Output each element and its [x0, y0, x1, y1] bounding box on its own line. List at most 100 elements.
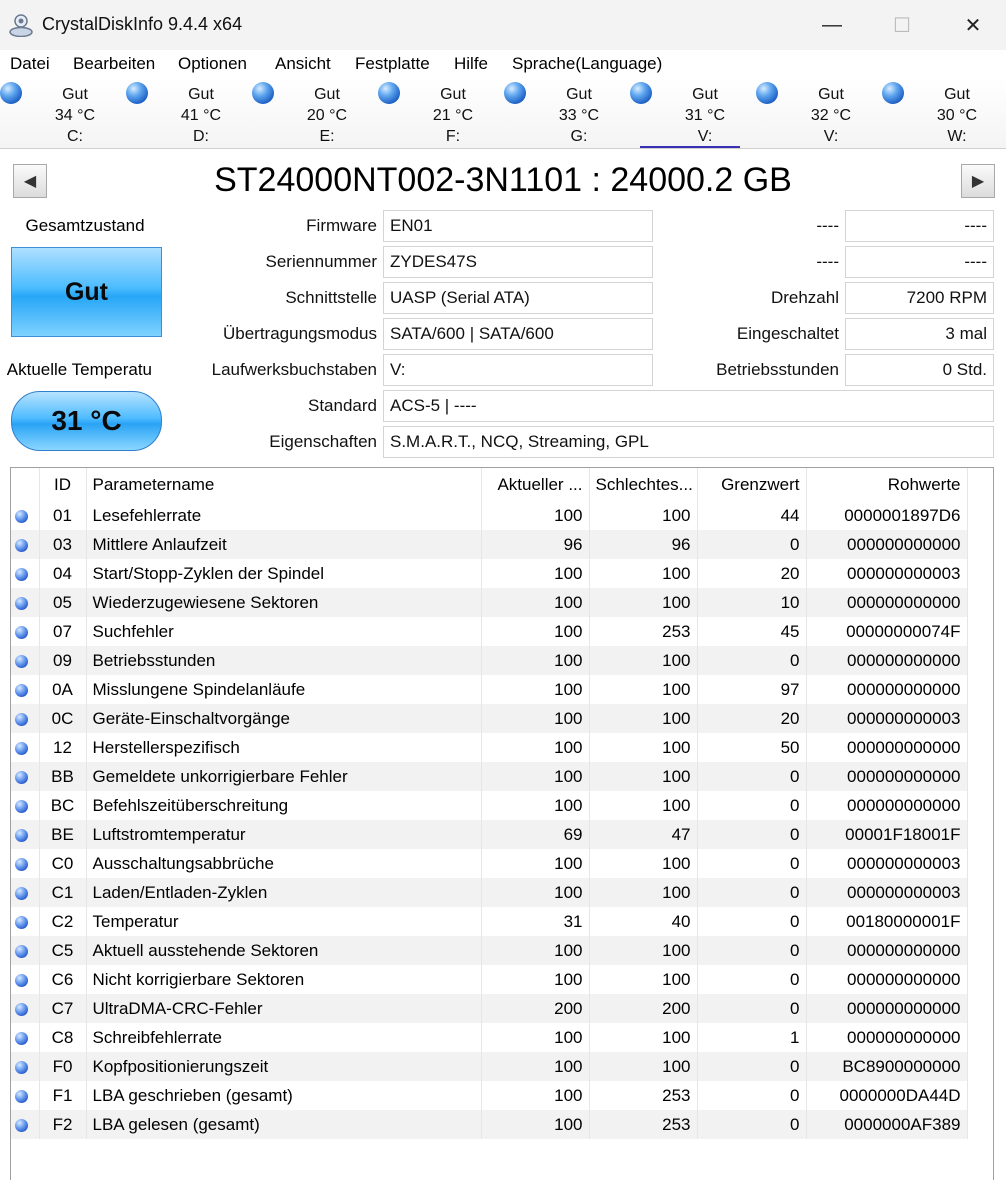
smart-current-cell: 100 [481, 791, 590, 820]
smart-worst-cell: 96 [589, 530, 698, 559]
smart-row[interactable]: C0 Ausschaltungsabbrüche 100 100 0 0000000000… [11, 849, 968, 878]
menu-hilfe[interactable]: Hilfe [454, 54, 488, 74]
smart-threshold-cell: 0 [697, 1110, 807, 1139]
drive-letter: G: [570, 128, 588, 145]
raw-column-header[interactable]: Rohwerte [806, 468, 968, 501]
drive-letter: D: [193, 128, 209, 145]
smart-row[interactable]: 0C Geräte-Einschaltvorgänge 100 100 20 000000… [11, 704, 968, 733]
smart-threshold-cell: 0 [697, 762, 807, 791]
menu-datei[interactable]: Datei [10, 54, 50, 74]
drive-tab-c[interactable]: Gut 34 °C C: [0, 80, 138, 146]
smart-current-cell: 100 [481, 965, 590, 994]
smart-id-cell: 09 [39, 646, 87, 675]
smart-worst-cell: 100 [589, 936, 698, 965]
smart-row[interactable]: 09 Betriebsstunden 100 100 0 000000000000 [11, 646, 968, 675]
smart-current-cell: 100 [481, 501, 590, 530]
current-column-header[interactable]: Aktueller ... [481, 468, 590, 501]
temperature-label: Aktuelle Temperatu [0, 360, 160, 380]
smart-name-cell: Aktuell ausstehende Sektoren [86, 936, 482, 965]
drive-tab-v-selected[interactable]: Gut 31 °C V: [630, 80, 768, 148]
drive-status: Gut [188, 86, 214, 103]
smart-status-cell [11, 617, 40, 646]
drive-status: Gut [818, 86, 844, 103]
smart-current-cell: 100 [481, 559, 590, 588]
smart-threshold-cell: 0 [697, 994, 807, 1023]
power-on-count-field: 3 mal [845, 318, 994, 350]
smart-row[interactable]: C2 Temperatur 31 40 0 00180000001F [11, 907, 968, 936]
menu-sprache[interactable]: Sprache(Language) [512, 54, 662, 74]
right-info-field-1: ---- [845, 210, 994, 242]
smart-status-cell [11, 849, 40, 878]
id-column-header[interactable]: ID [39, 468, 87, 501]
smart-row[interactable]: BC Befehlszeitüberschreitung 100 100 0 000000… [11, 791, 968, 820]
drive-tab-d[interactable]: Gut 41 °C D: [126, 80, 264, 146]
smart-row[interactable]: 12 Herstellerspezifisch 100 100 50 0000000000… [11, 733, 968, 762]
menu-bearbeiten[interactable]: Bearbeiten [73, 54, 155, 74]
temperature-button[interactable]: 31 °C [11, 391, 162, 451]
smart-row[interactable]: F2 LBA gelesen (gesamt) 100 253 0 0000000AF38… [11, 1110, 968, 1139]
smart-worst-cell: 253 [589, 1110, 698, 1139]
status-column-header[interactable] [11, 468, 40, 501]
smart-threshold-cell: 44 [697, 501, 807, 530]
smart-row[interactable]: 07 Suchfehler 100 253 45 00000000074F [11, 617, 968, 646]
next-disk-button[interactable]: ▶ [961, 164, 995, 198]
smart-row[interactable]: 0A Misslungene Spindelanläufe 100 100 97 0000… [11, 675, 968, 704]
health-ball-icon [504, 82, 526, 104]
drive-temp: 33 °C [558, 107, 600, 124]
menu-festplatte[interactable]: Festplatte [355, 54, 430, 74]
drive-tab-w[interactable]: Gut 30 °C W: [882, 80, 1006, 146]
smart-threshold-cell: 1 [697, 1023, 807, 1052]
blue-status-ball-icon [15, 625, 28, 639]
smart-id-cell: C7 [39, 994, 87, 1023]
smart-row[interactable]: F0 Kopfpositionierungszeit 100 100 0 BC890000… [11, 1052, 968, 1081]
smart-row[interactable]: BE Luftstromtemperatur 69 47 0 00001F18001F [11, 820, 968, 849]
interface-label: Schnittstelle [285, 288, 377, 307]
blue-status-ball-icon [15, 1002, 28, 1016]
smart-row[interactable]: C6 Nicht korrigierbare Sektoren 100 100 0 000… [11, 965, 968, 994]
drive-letter: W: [947, 128, 967, 145]
menu-ansicht[interactable]: Ansicht [275, 54, 331, 74]
minimize-button[interactable]: — [812, 8, 852, 42]
smart-row[interactable]: C1 Laden/Entladen-Zyklen 100 100 0 0000000000… [11, 878, 968, 907]
smart-row[interactable]: BB Gemeldete unkorrigierbare Fehler 100 100… [11, 762, 968, 791]
name-column-header[interactable]: Parametername [86, 468, 482, 501]
smart-current-cell: 100 [481, 1081, 590, 1110]
smart-row[interactable]: 03 Mittlere Anlaufzeit 96 96 0 000000000000 [11, 530, 968, 559]
drive-tab-g[interactable]: Gut 33 °C G: [504, 80, 642, 146]
smart-id-cell: 03 [39, 530, 87, 559]
smart-threshold-cell: 20 [697, 559, 807, 588]
menu-optionen[interactable]: Optionen [178, 54, 247, 74]
smart-row[interactable]: C7 UltraDMA-CRC-Fehler 200 200 0 000000000000 [11, 994, 968, 1023]
smart-row[interactable]: F1 LBA geschrieben (gesamt) 100 253 0 0000000… [11, 1081, 968, 1110]
smart-row[interactable]: C5 Aktuell ausstehende Sektoren 100 100 0 000… [11, 936, 968, 965]
transfer-mode-label: Übertragungsmodus [222, 324, 377, 343]
smart-id-cell: C0 [39, 849, 87, 878]
smart-row[interactable]: C8 Schreibfehlerrate 100 100 1 000000000000 [11, 1023, 968, 1052]
smart-raw-cell: 000000000000 [806, 588, 968, 617]
smart-status-cell [11, 1081, 40, 1110]
drive-tab-v2[interactable]: Gut 32 °C V: [756, 80, 894, 146]
worst-column-header[interactable]: Schlechtes... [589, 468, 698, 501]
health-status-button[interactable]: Gut [11, 247, 162, 337]
smart-status-cell [11, 1023, 40, 1052]
maximize-button[interactable]: ☐ [882, 8, 922, 42]
smart-status-cell [11, 820, 40, 849]
drive-tab-e[interactable]: Gut 20 °C E: [252, 80, 390, 146]
drive-temp: 32 °C [810, 107, 852, 124]
power-on-hours-label: Betriebsstunden [716, 360, 839, 379]
smart-attribute-list[interactable]: ID Parametername Aktueller ... Schlechte… [10, 467, 994, 1180]
previous-disk-button[interactable]: ◀ [13, 164, 47, 198]
title-bar: CrystalDiskInfo 9.4.4 x64 — ☐ ✕ [0, 0, 1006, 50]
smart-row[interactable]: 04 Start/Stopp-Zyklen der Spindel 100 100 20… [11, 559, 968, 588]
smart-worst-cell: 100 [589, 791, 698, 820]
smart-row[interactable]: 05 Wiederzugewiesene Sektoren 100 100 10 0000… [11, 588, 968, 617]
drive-tab-f[interactable]: Gut 21 °C F: [378, 80, 516, 146]
close-button[interactable]: ✕ [953, 8, 993, 42]
window-title: CrystalDiskInfo 9.4.4 x64 [42, 14, 243, 34]
smart-row[interactable]: 01 Lesefehlerrate 100 100 44 0000001897D6 [11, 501, 968, 530]
smart-worst-cell: 100 [589, 559, 698, 588]
threshold-column-header[interactable]: Grenzwert [697, 468, 807, 501]
smart-threshold-cell: 0 [697, 849, 807, 878]
smart-current-cell: 31 [481, 907, 590, 936]
smart-threshold-cell: 0 [697, 1052, 807, 1081]
